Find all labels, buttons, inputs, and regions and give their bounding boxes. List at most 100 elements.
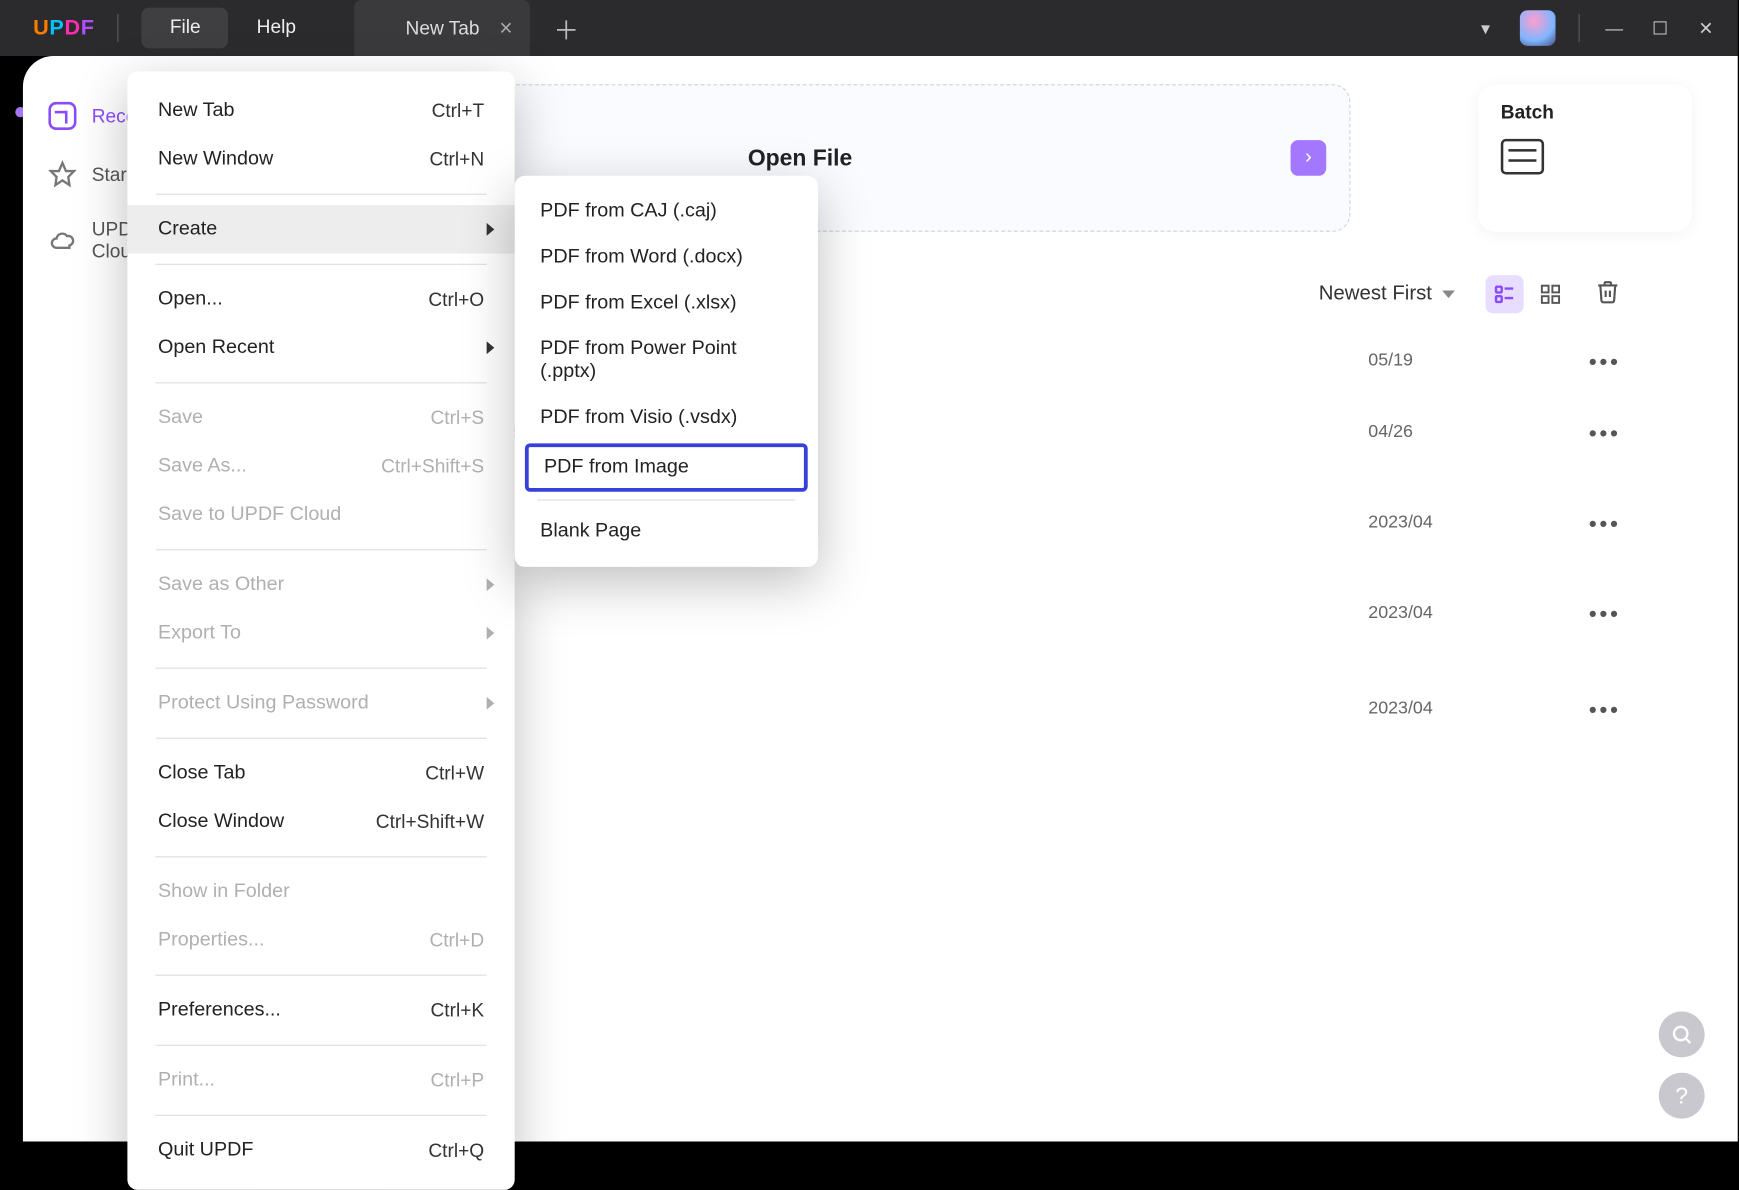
submenu-item[interactable]: PDF from Power Point (.pptx) — [515, 326, 818, 395]
menu-file[interactable]: File — [142, 8, 229, 49]
menu-item-label: Quit UPDF — [158, 1139, 253, 1162]
chevron-right-icon — [487, 627, 495, 640]
float-search-button[interactable] — [1659, 1012, 1705, 1058]
menu-item: Save as Other — [127, 561, 514, 609]
menu-item-shortcut: Ctrl+P — [430, 1070, 484, 1092]
tab-close-icon[interactable]: × — [499, 15, 512, 42]
menu-item-shortcut: Ctrl+Shift+S — [381, 455, 484, 477]
submenu-item[interactable]: PDF from Word (.docx) — [515, 234, 818, 280]
chevron-right-icon — [487, 223, 495, 236]
menu-item-label: Save As... — [158, 455, 247, 478]
submenu-item[interactable]: PDF from Visio (.vsdx) — [515, 395, 818, 441]
create-submenu: PDF from CAJ (.caj)PDF from Word (.docx)… — [515, 176, 818, 567]
menu-item-label: Close Window — [158, 810, 284, 833]
window-maximize-icon[interactable]: ☐ — [1649, 17, 1672, 40]
menu-separator — [155, 975, 486, 976]
menu-item-label: Protect Using Password — [158, 692, 369, 715]
tab-label: New Tab — [406, 17, 480, 39]
titlebar-separator — [1578, 14, 1579, 42]
menu-item-shortcut: Ctrl+N — [429, 148, 484, 170]
submenu-item[interactable]: PDF from Excel (.xlsx) — [515, 280, 818, 326]
menu-item-label: Open Recent — [158, 336, 274, 359]
menu-separator — [155, 549, 486, 550]
menu-item-shortcut: Ctrl+Shift+W — [376, 811, 484, 833]
menu-item[interactable]: Preferences... Ctrl+K — [127, 986, 514, 1034]
menu-item-shortcut: Ctrl+Q — [428, 1140, 484, 1162]
file-more-icon[interactable]: ••• — [1559, 420, 1620, 447]
menu-item[interactable]: Close Tab Ctrl+W — [127, 749, 514, 797]
float-help-button[interactable]: ? — [1659, 1073, 1705, 1119]
menu-separator — [155, 1115, 486, 1116]
menu-item: Properties... Ctrl+D — [127, 916, 514, 964]
file-more-icon[interactable]: ••• — [1559, 511, 1620, 538]
chevron-right-icon — [487, 697, 495, 710]
menu-item[interactable]: Open... Ctrl+O — [127, 275, 514, 323]
menu-item-shortcut: Ctrl+W — [425, 762, 484, 784]
menu-item[interactable]: Open Recent — [127, 324, 514, 372]
submenu-item[interactable]: PDF from CAJ (.caj) — [515, 189, 818, 235]
cloud-icon — [48, 227, 76, 255]
app-logo: UPDF — [33, 15, 95, 40]
new-tab-button[interactable]: ＋ — [553, 10, 578, 47]
menu-item-shortcut: Ctrl+T — [432, 100, 485, 122]
menu-item: Save Ctrl+S — [127, 394, 514, 442]
sort-label: Newest First — [1319, 283, 1432, 306]
menu-item: Save As... Ctrl+Shift+S — [127, 442, 514, 490]
menu-item-label: Save to UPDF Cloud — [158, 503, 341, 526]
open-file-arrow-icon[interactable]: › — [1291, 140, 1327, 176]
menu-item: Print... Ctrl+P — [127, 1056, 514, 1104]
menu-separator — [538, 499, 795, 500]
file-date: 05/19 — [1368, 349, 1559, 369]
menu-item-label: Close Tab — [158, 762, 245, 785]
menu-separator — [155, 194, 486, 195]
view-grid-button[interactable] — [1531, 275, 1569, 313]
file-more-icon[interactable]: ••• — [1559, 349, 1620, 376]
menu-item-label: Open... — [158, 288, 223, 311]
menu-item[interactable]: Close Window Ctrl+Shift+W — [127, 798, 514, 846]
menu-item[interactable]: New Window Ctrl+N — [127, 135, 514, 183]
avatar[interactable] — [1520, 10, 1556, 46]
window-close-icon[interactable]: ✕ — [1694, 17, 1717, 40]
tab-new[interactable]: New Tab × — [355, 0, 531, 56]
menu-item-label: Properties... — [158, 929, 264, 952]
menu-item-label: Preferences... — [158, 999, 281, 1022]
file-menu: New Tab Ctrl+T New Window Ctrl+N Create Open.… — [127, 71, 514, 1190]
menu-item-label: New Tab — [158, 99, 234, 122]
menu-item[interactable]: Create — [127, 205, 514, 253]
menu-item-shortcut: Ctrl+O — [428, 289, 484, 311]
menu-item: Protect Using Password — [127, 679, 514, 727]
file-more-icon[interactable]: ••• — [1559, 601, 1620, 628]
menu-item[interactable]: Quit UPDF Ctrl+Q — [127, 1126, 514, 1174]
batch-icon — [1501, 139, 1544, 175]
menu-item-shortcut: Ctrl+K — [430, 999, 484, 1021]
view-list-button[interactable] — [1485, 275, 1523, 313]
menu-separator — [155, 264, 486, 265]
menu-help[interactable]: Help — [229, 8, 324, 49]
menu-item-label: Save — [158, 406, 203, 429]
window-minimize-icon[interactable]: — — [1603, 17, 1626, 40]
trash-button[interactable] — [1595, 278, 1620, 310]
submenu-item-blank-page[interactable]: Blank Page — [515, 508, 818, 554]
menu-separator — [155, 1045, 486, 1046]
file-date: 04/26 — [1368, 420, 1559, 440]
clock-icon — [48, 102, 76, 130]
menu-item: Show in Folder — [127, 868, 514, 916]
file-more-icon[interactable]: ••• — [1559, 697, 1620, 724]
menu-item-label: Show in Folder — [158, 880, 290, 903]
submenu-item-pdf-from-image[interactable]: PDF from Image — [525, 443, 808, 491]
menu-item: Export To — [127, 609, 514, 657]
menu-item-shortcut: Ctrl+S — [430, 407, 484, 429]
batch-title: Batch — [1501, 102, 1669, 124]
menu-separator — [155, 738, 486, 739]
sort-dropdown[interactable]: Newest First — [1319, 283, 1455, 306]
menu-item-label: New Window — [158, 148, 273, 171]
menu-item-label: Print... — [158, 1069, 215, 1092]
file-date: 2023/04 — [1368, 511, 1559, 531]
chevron-down-icon[interactable]: ▾ — [1474, 17, 1497, 40]
batch-card[interactable]: Batch — [1478, 84, 1692, 232]
menu-item[interactable]: New Tab Ctrl+T — [127, 87, 514, 135]
menu-item-shortcut: Ctrl+D — [429, 929, 484, 951]
titlebar: UPDF File Help New Tab × ＋ ▾ — ☐ ✕ — [0, 0, 1738, 56]
menu-separator — [155, 382, 486, 383]
menu-separator — [155, 668, 486, 669]
